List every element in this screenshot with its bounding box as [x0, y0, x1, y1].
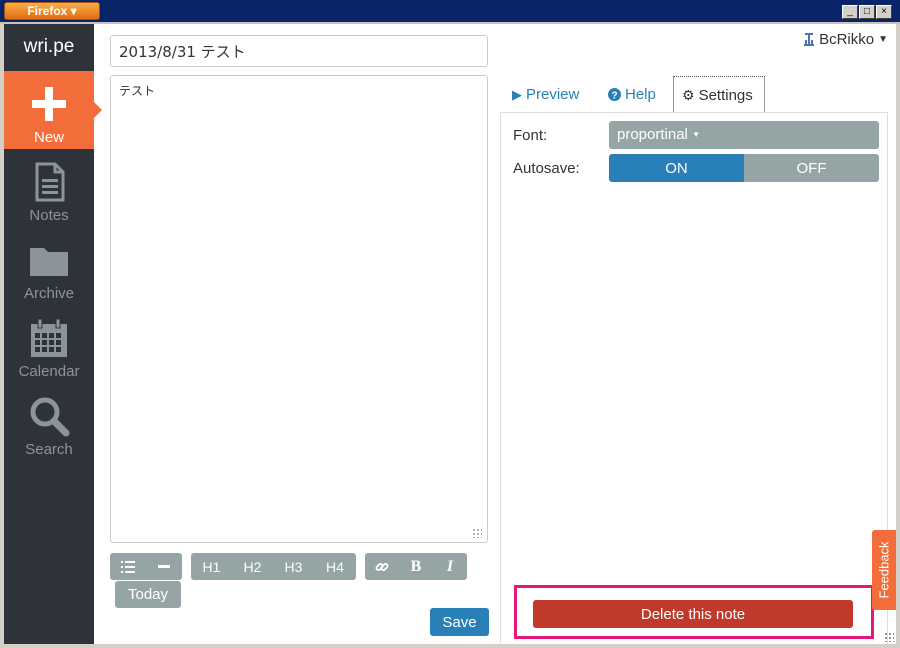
bold-button[interactable]: B: [399, 553, 433, 580]
today-button[interactable]: Today: [115, 581, 181, 608]
tab-label: Help: [625, 86, 656, 103]
link-icon: [375, 562, 389, 571]
sidebar-item-label: Calendar: [18, 363, 80, 380]
sidebar-item-search[interactable]: Search: [4, 383, 94, 461]
textarea-resize-handle[interactable]: [472, 528, 482, 538]
app-frame: wri.pe New Notes Archive Calendar Search…: [4, 24, 896, 644]
folder-icon: [30, 248, 68, 276]
autosave-toggle: ON OFF: [609, 154, 879, 182]
heading-toolbar-group: H1 H2 H3 H4: [191, 553, 356, 580]
tab-settings[interactable]: ⚙ Settings: [673, 76, 765, 113]
sidebar-item-new[interactable]: New: [4, 71, 102, 149]
firefox-menu-label: Firefox: [27, 4, 68, 18]
minimize-button[interactable]: _: [842, 5, 858, 19]
sidebar-item-archive[interactable]: Archive: [4, 227, 94, 305]
h3-button[interactable]: H3: [273, 553, 314, 580]
user-icon: [804, 32, 815, 46]
sidebar-item-label: Search: [25, 441, 73, 458]
h1-button[interactable]: H1: [191, 553, 232, 580]
maximize-button[interactable]: □: [859, 5, 875, 19]
h4-button[interactable]: H4: [314, 553, 356, 580]
document-icon: [35, 162, 65, 202]
settings-panel: [500, 112, 888, 644]
list-icon: [121, 560, 135, 573]
play-icon: ▶: [512, 86, 522, 102]
window-controls: _ □ ×: [842, 5, 892, 19]
list-button[interactable]: [110, 553, 146, 580]
horizontal-rule-button[interactable]: [146, 553, 182, 580]
sidebar-item-label: New: [33, 129, 64, 146]
sidebar: wri.pe New Notes Archive Calendar Search: [4, 24, 102, 644]
sidebar-item-label: Notes: [29, 207, 69, 224]
autosave-off-button[interactable]: OFF: [744, 154, 879, 182]
delete-note-button[interactable]: Delete this note: [533, 600, 853, 628]
caret-down-icon: ▼: [692, 130, 700, 139]
autosave-on-button[interactable]: ON: [609, 154, 744, 182]
calendar-icon: [31, 318, 67, 357]
tab-label: Preview: [526, 86, 580, 103]
app-logo[interactable]: wri.pe: [4, 36, 94, 58]
h2-button[interactable]: H2: [232, 553, 273, 580]
search-icon: [30, 397, 70, 437]
sidebar-item-calendar[interactable]: Calendar: [4, 305, 94, 383]
question-icon: ?: [608, 88, 621, 101]
feedback-tab[interactable]: Feedback: [872, 530, 896, 610]
format-toolbar-group: B I: [365, 553, 467, 580]
svg-text:?: ?: [611, 91, 617, 102]
note-title-input[interactable]: [110, 35, 488, 67]
username: BcRikko: [819, 31, 875, 48]
font-dropdown[interactable]: proportinal ▼: [609, 121, 879, 149]
note-body-textarea[interactable]: テスト: [110, 75, 488, 543]
feedback-label: Feedback: [876, 541, 892, 599]
italic-button[interactable]: I: [433, 553, 467, 580]
firefox-menu-button[interactable]: Firefox ▾: [4, 2, 100, 20]
sidebar-item-label: Archive: [23, 285, 75, 302]
font-label: Font:: [513, 127, 548, 144]
close-button[interactable]: ×: [876, 5, 892, 19]
font-value: proportinal: [617, 126, 688, 143]
minus-icon: [158, 564, 170, 568]
tab-preview[interactable]: ▶ Preview: [504, 76, 587, 113]
user-menu[interactable]: BcRikko ▼: [803, 31, 888, 48]
browser-titlebar: Firefox ▾ _ □ ×: [0, 0, 900, 24]
link-button[interactable]: [365, 553, 399, 580]
gear-icon: ⚙: [682, 86, 695, 103]
sidebar-item-notes[interactable]: Notes: [4, 149, 94, 227]
caret-down-icon: ▼: [878, 34, 888, 45]
save-button[interactable]: Save: [430, 608, 489, 636]
window-resize-grip[interactable]: [884, 632, 894, 642]
tab-label: Settings: [698, 86, 753, 104]
autosave-label: Autosave:: [513, 160, 580, 177]
tab-help[interactable]: ? Help: [600, 76, 664, 113]
list-toolbar-group: [110, 553, 182, 580]
plus-icon: [32, 87, 66, 121]
